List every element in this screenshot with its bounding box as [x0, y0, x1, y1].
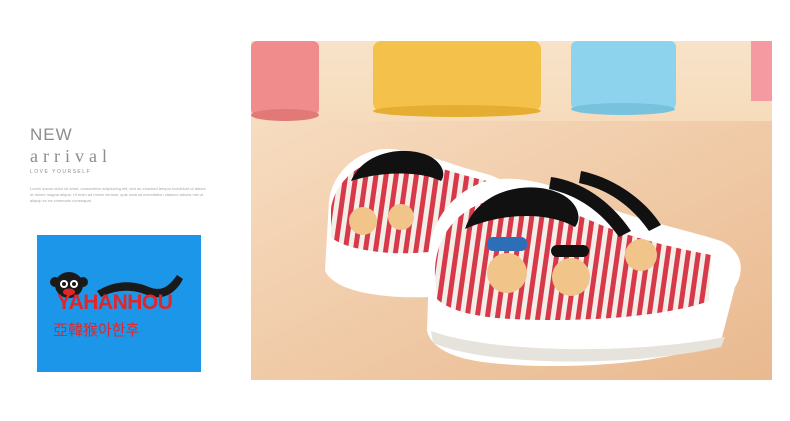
kids-canvas-sneakers-image [251, 41, 772, 380]
product-photo [251, 41, 772, 380]
brand-name: YAHANHOU [57, 291, 173, 314]
brand-subtitle: 亞韓猴아한후 [53, 321, 140, 339]
title-arrival: arrival [30, 146, 112, 166]
tagline: LOVE YOURSELF [30, 169, 92, 175]
brand-logo: YAHANHOU 亞韓猴아한후 [37, 235, 201, 372]
promo-text-block: NEW arrival LOVE YOURSELF Lorem ipsum do… [30, 126, 220, 204]
title-new: NEW [30, 125, 73, 144]
body-text: Lorem ipsum dolor sit amet, consectetur … [30, 186, 206, 203]
